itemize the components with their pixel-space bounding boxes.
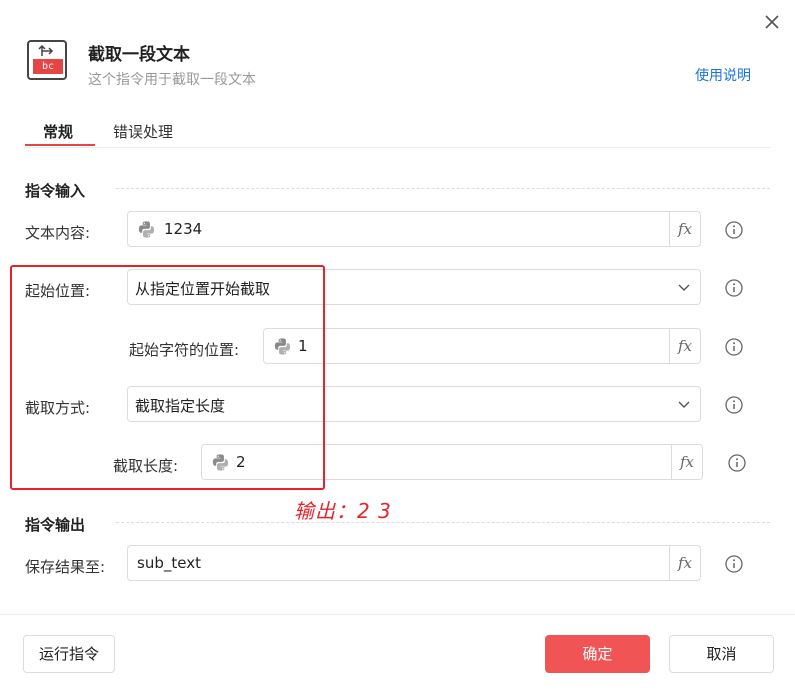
- python-icon: [138, 221, 155, 238]
- fx-button[interactable]: fx: [671, 445, 702, 479]
- close-icon[interactable]: [762, 12, 782, 32]
- cancel-button[interactable]: 取消: [669, 635, 774, 673]
- footer-divider: [0, 614, 795, 615]
- chevron-down-icon: [678, 284, 690, 291]
- icon-badge-text: bc: [33, 59, 63, 74]
- tab-error-handling[interactable]: 错误处理: [113, 121, 173, 142]
- tab-general[interactable]: 常规: [43, 121, 73, 142]
- text-content-input[interactable]: 1234 fx: [127, 211, 701, 247]
- help-link[interactable]: 使用说明: [695, 65, 751, 85]
- save-result-value: sub_text: [137, 554, 201, 572]
- section-divider: [116, 522, 770, 523]
- info-icon[interactable]: [725, 555, 743, 573]
- info-icon[interactable]: [725, 396, 743, 414]
- start-char-position-input[interactable]: 1 fx: [263, 328, 701, 364]
- text-content-value: 1234: [164, 220, 203, 238]
- annotation-text: 输出：2 3: [294, 499, 392, 523]
- info-icon[interactable]: [728, 454, 746, 472]
- info-icon[interactable]: [725, 221, 743, 239]
- fx-button[interactable]: fx: [669, 212, 700, 246]
- info-icon[interactable]: [725, 338, 743, 356]
- info-icon[interactable]: [725, 279, 743, 297]
- output-section-title: 指令输出: [25, 516, 86, 534]
- dialog-title: 截取一段文本: [88, 45, 190, 65]
- dialog-subtitle: 这个指令用于截取一段文本: [88, 72, 256, 88]
- run-command-button[interactable]: 运行指令: [23, 635, 115, 673]
- substring-command-icon: bc: [27, 40, 67, 80]
- section-divider: [116, 188, 770, 189]
- save-result-label: 保存结果至:: [25, 558, 106, 576]
- annotation-highlight-box: [10, 265, 325, 490]
- active-tab-indicator: [25, 144, 95, 146]
- fx-button[interactable]: fx: [669, 329, 700, 363]
- fx-button[interactable]: fx: [669, 546, 700, 580]
- input-section-title: 指令输入: [25, 182, 86, 200]
- tabs-divider: [25, 147, 770, 148]
- save-result-input[interactable]: sub_text fx: [127, 545, 701, 581]
- text-content-label: 文本内容:: [25, 224, 91, 242]
- confirm-button[interactable]: 确定: [545, 635, 650, 673]
- chevron-down-icon: [678, 401, 690, 408]
